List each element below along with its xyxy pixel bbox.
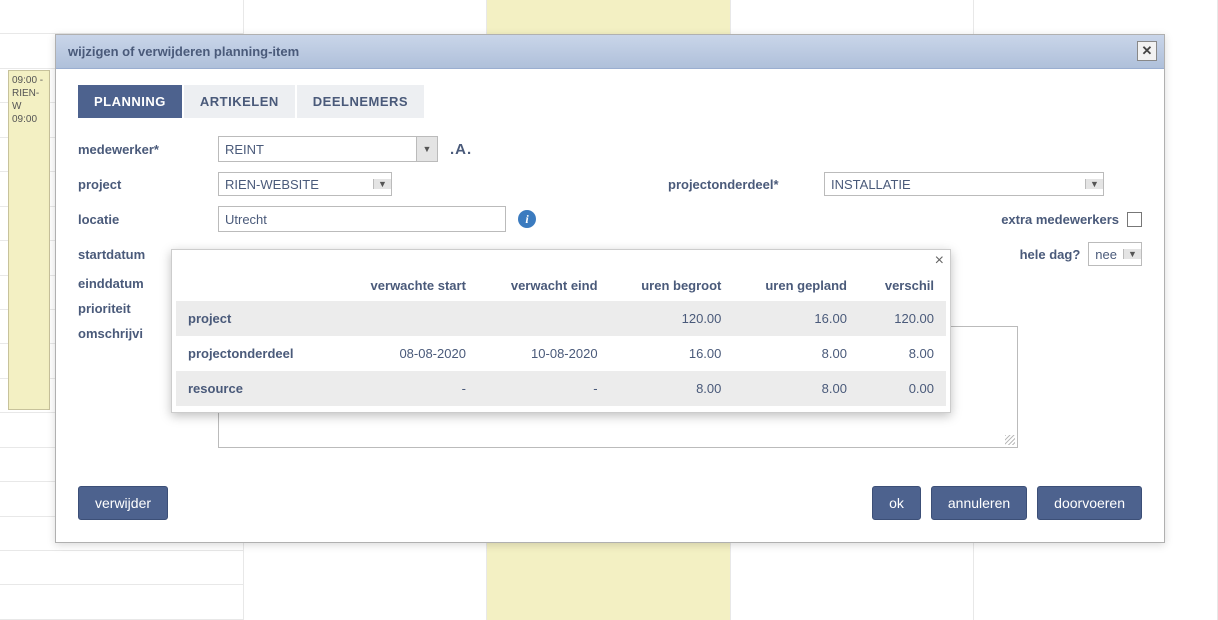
project-select[interactable]: RIEN-WEBSITE ▼ [218,172,392,196]
chevron-down-icon[interactable]: ▼ [416,136,438,162]
annuleren-button[interactable]: annuleren [931,486,1027,520]
close-icon[interactable]: × [935,252,944,270]
assign-all-button[interactable]: .A. [444,136,478,162]
locatie-input[interactable] [218,206,506,232]
tab-planning[interactable]: PLANNING [78,85,182,118]
chevron-down-icon[interactable]: ▼ [1085,179,1103,189]
hele-dag-value: nee [1089,247,1123,262]
chevron-down-icon[interactable]: ▼ [373,179,391,189]
medewerker-input[interactable] [218,136,416,162]
projectonderdeel-value: INSTALLATIE [825,177,1085,192]
project-value: RIEN-WEBSITE [219,177,373,192]
planning-dialog: wijzigen of verwijderen planning-item ✕ … [55,34,1165,543]
ok-button[interactable]: ok [872,486,921,520]
locatie-label: locatie [78,212,218,227]
hours-table: verwachte start verwacht eind uren begro… [176,270,946,406]
medewerker-combo[interactable]: ▼ [218,136,438,162]
hele-dag-label: hele dag? [1020,247,1081,262]
hele-dag-select[interactable]: nee ▼ [1088,242,1142,266]
verwijder-button[interactable]: verwijder [78,486,168,520]
chevron-down-icon[interactable]: ▼ [1123,249,1141,259]
info-icon[interactable]: i [518,210,536,228]
projectonderdeel-label: projectonderdeel* [668,177,824,192]
event-line: 09:00 [12,114,37,125]
extra-medewerkers-label: extra medewerkers [1001,212,1119,227]
resize-grip-icon[interactable] [1005,435,1015,445]
th [176,270,336,301]
table-row: project 120.00 16.00 120.00 [176,301,946,336]
projectonderdeel-select[interactable]: INSTALLATIE ▼ [824,172,1104,196]
close-icon[interactable]: ✕ [1137,41,1157,61]
tab-artikelen[interactable]: ARTIKELEN [184,85,295,118]
dialog-header: wijzigen of verwijderen planning-item ✕ [56,35,1164,69]
dialog-title: wijzigen of verwijderen planning-item [68,44,299,59]
extra-medewerkers-checkbox[interactable] [1127,212,1142,227]
hours-popover: × verwachte start verwacht eind uren beg… [171,249,951,413]
calendar-event[interactable]: 09:00 - RIEN-W 09:00 [8,70,50,410]
project-label: project [78,177,218,192]
th: uren begroot [610,270,734,301]
th: verwachte start [336,270,478,301]
th: verschil [859,270,946,301]
medewerker-label: medewerker* [78,142,218,157]
event-line: RIEN-W [12,88,39,112]
event-line: 09:00 - [12,75,43,86]
table-row: resource - - 8.00 8.00 0.00 [176,371,946,406]
th: verwacht eind [478,270,610,301]
tab-deelnemers[interactable]: DEELNEMERS [297,85,424,118]
table-row: projectonderdeel 08-08-2020 10-08-2020 1… [176,336,946,371]
th: uren gepland [733,270,859,301]
tabs: PLANNING ARTIKELEN DEELNEMERS [78,85,1142,118]
doorvoeren-button[interactable]: doorvoeren [1037,486,1142,520]
